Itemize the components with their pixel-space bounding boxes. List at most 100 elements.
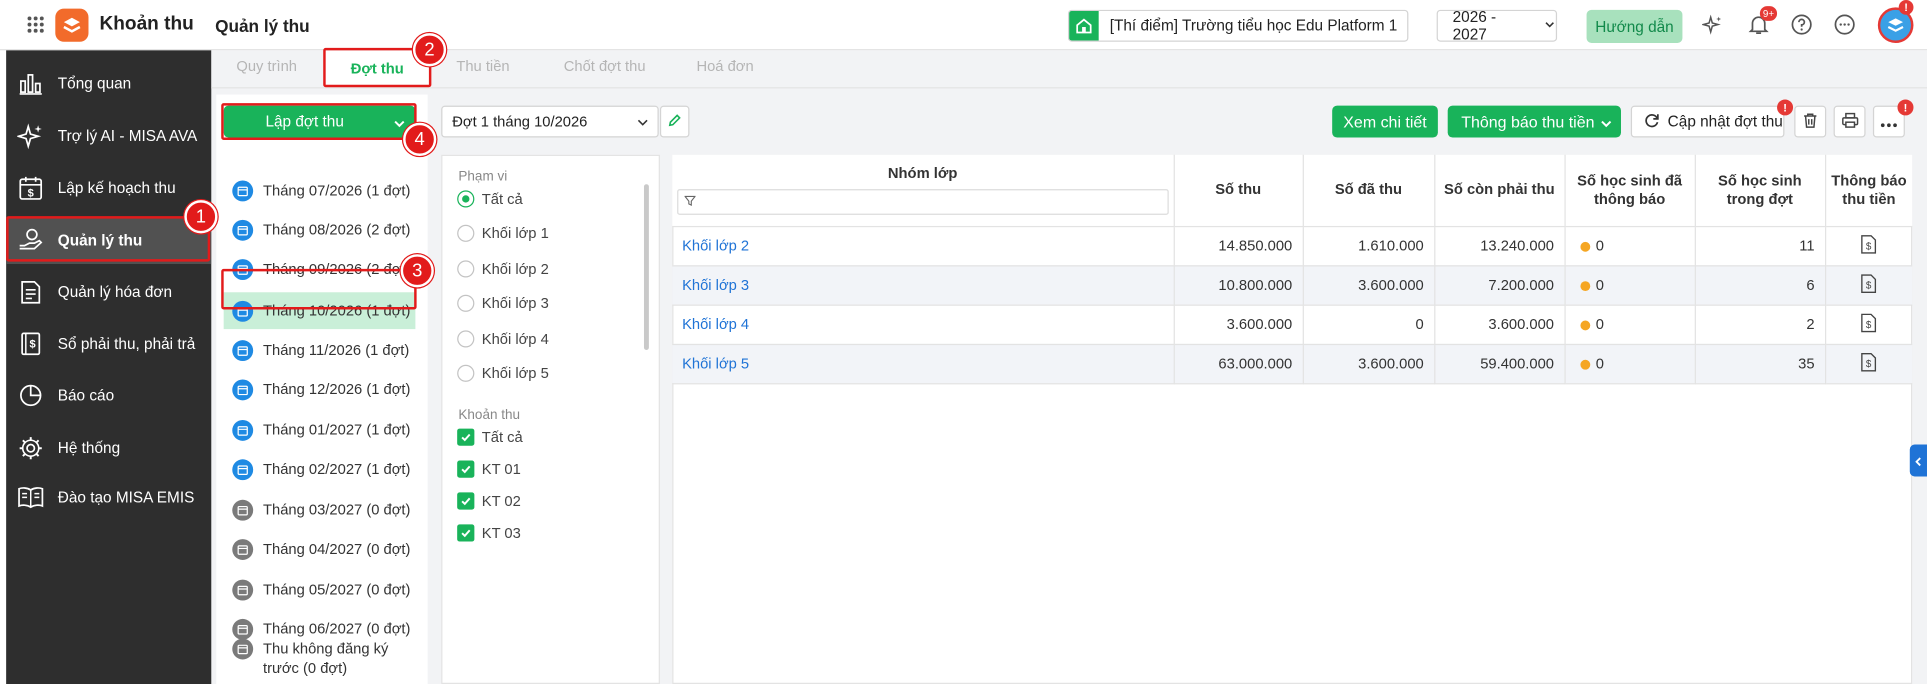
scope-label: Khối lớp 5 — [481, 364, 549, 382]
update-batch-button[interactable]: Cập nhật đợt thu — [1630, 105, 1785, 138]
document-dollar-icon[interactable]: $ — [1861, 273, 1877, 296]
fee-label: KT 03 — [481, 524, 521, 542]
chevron-down-icon[interactable] — [393, 115, 405, 133]
sidebar-item-reports[interactable]: Báo cáo — [6, 372, 211, 419]
month-item[interactable]: Tháng 12/2026 (1 đợt) — [224, 371, 416, 408]
filter-scrollbar[interactable] — [643, 184, 649, 350]
month-item[interactable]: Tháng 11/2026 (1 đợt) — [224, 332, 416, 369]
scope-option[interactable]: Khối lớp 2 — [457, 260, 549, 278]
tab-process[interactable]: Quy trình — [229, 58, 305, 80]
sidebar-item-ai-assistant[interactable]: Trợ lý AI - MISA AVA — [6, 113, 211, 160]
panel-toggle-button[interactable] — [1909, 444, 1927, 477]
radio-icon[interactable] — [457, 260, 475, 278]
batch-select[interactable]: Đợt 1 tháng 10/2026 — [441, 105, 659, 138]
month-item[interactable]: Tháng 10/2026 (1 đợt) — [223, 292, 416, 330]
group-link[interactable]: Khối lớp 3 — [672, 265, 1175, 306]
sidebar-item-overview[interactable]: Tổng quan — [6, 60, 211, 107]
book-icon — [17, 484, 44, 511]
table-row[interactable]: Khối lớp 5 63.000.000 3.600.000 59.400.000 0… — [672, 343, 1913, 384]
month-item[interactable]: Tháng 08/2026 (2 đợt) — [224, 211, 416, 248]
table-row[interactable]: Khối lớp 3 10.800.000 3.600.000 7.200.000 0 6… — [672, 265, 1913, 306]
month-label: Tháng 04/2027 (0 đợt) — [262, 540, 411, 558]
checkbox-checked-icon[interactable] — [457, 492, 475, 510]
scope-label: Khối lớp 1 — [481, 224, 549, 242]
print-button[interactable] — [1833, 105, 1866, 138]
scope-option[interactable]: Khối lớp 5 — [457, 364, 549, 382]
month-item[interactable]: Tháng 04/2027 (0 đợt) — [224, 531, 416, 568]
table-row[interactable]: Khối lớp 2 14.850.000 1.610.000 13.240.000 0… — [672, 225, 1913, 266]
view-detail-button[interactable]: Xem chi tiết — [1332, 105, 1438, 138]
document-dollar-icon[interactable]: $ — [1861, 313, 1877, 336]
scope-option[interactable]: Khối lớp 4 — [457, 330, 549, 348]
cell-remain: 7.200.000 — [1434, 265, 1566, 306]
scope-option[interactable]: Khối lớp 3 — [457, 294, 549, 312]
cell-notice: $ — [1824, 304, 1913, 345]
sidebar-item-system[interactable]: Hệ thống — [6, 425, 211, 472]
checkbox-checked-icon[interactable] — [457, 524, 475, 542]
help-icon[interactable] — [1791, 14, 1813, 36]
sidebar-item-ledger[interactable]: $ Sổ phải thu, phải trả — [6, 321, 211, 368]
cell-paid: 3.600.000 — [1302, 343, 1435, 384]
tab-invoices[interactable]: Hoá đơn — [686, 58, 765, 80]
fee-title: Khoản thu — [458, 407, 521, 423]
chevron-down-icon[interactable] — [1600, 115, 1612, 133]
scope-label: Khối lớp 2 — [481, 260, 549, 278]
sidebar-item-training[interactable]: Đào tạo MISA EMIS — [6, 474, 211, 521]
sidebar-item-label: Đào tạo MISA EMIS — [57, 488, 195, 506]
hand-coin-icon — [17, 227, 44, 254]
checkbox-checked-icon[interactable] — [457, 428, 475, 446]
sidebar-item-label: Hệ thống — [57, 439, 121, 457]
month-item[interactable]: Tháng 09/2026 (2 đợt) — [224, 251, 416, 288]
scope-option[interactable]: Khối lớp 1 — [457, 224, 549, 242]
delete-button[interactable] — [1794, 105, 1827, 138]
more-circle-icon[interactable] — [1834, 14, 1856, 36]
month-label: Tháng 01/2027 (1 đợt) — [262, 421, 411, 439]
calendar-icon — [232, 618, 254, 640]
checkbox-checked-icon[interactable] — [457, 460, 475, 478]
fee-option[interactable]: KT 03 — [457, 524, 521, 542]
document-dollar-icon[interactable]: $ — [1861, 352, 1877, 375]
month-item[interactable]: Thu không đăng ký trước (0 đợt) — [224, 638, 416, 681]
radio-icon[interactable] — [457, 294, 475, 312]
sidebar-item-plan[interactable]: $ Lập kế hoạch thu — [6, 165, 211, 212]
radio-icon[interactable] — [457, 330, 475, 348]
document-dollar-icon[interactable]: $ — [1861, 234, 1877, 257]
sidebar: Tổng quan Trợ lý AI - MISA AVA $ Lập kế … — [6, 50, 212, 684]
month-item[interactable]: Tháng 01/2027 (1 đợt) — [224, 411, 416, 448]
scope-option[interactable]: Tất cả — [457, 190, 523, 208]
group-link[interactable]: Khối lớp 4 — [672, 304, 1175, 345]
group-link[interactable]: Khối lớp 5 — [672, 343, 1175, 384]
group-filter-input[interactable] — [677, 189, 1169, 215]
sidebar-item-revenue-management[interactable]: Quản lý thu — [6, 217, 212, 265]
ai-sparkle-icon[interactable] — [1702, 14, 1723, 36]
month-label: Tháng 09/2026 (2 đợt) — [262, 260, 411, 278]
month-label: Tháng 08/2026 (2 đợt) — [262, 221, 411, 239]
month-item[interactable]: Tháng 02/2027 (1 đợt) — [224, 451, 416, 488]
tab-collect[interactable]: Thu tiền — [445, 58, 521, 80]
notify-payment-button[interactable]: Thông báo thu tiền — [1447, 105, 1621, 138]
school-selector[interactable]: [Thí điểm] Trường tiểu học Edu Platform … — [1067, 9, 1409, 42]
guide-button[interactable]: Hướng dẫn — [1586, 9, 1683, 43]
month-item[interactable]: Tháng 07/2026 (1 đợt) — [224, 172, 416, 209]
tab-batches[interactable]: Đợt thu — [324, 60, 430, 82]
sidebar-item-invoices[interactable]: Quản lý hóa đơn — [6, 269, 211, 316]
tab-close-batch[interactable]: Chốt đợt thu — [558, 58, 651, 80]
radio-checked-icon[interactable] — [457, 190, 475, 208]
group-link[interactable]: Khối lớp 2 — [672, 225, 1175, 266]
app-grid-icon[interactable] — [26, 15, 46, 35]
edit-batch-button[interactable] — [659, 105, 690, 138]
fee-option[interactable]: KT 02 — [457, 492, 521, 510]
radio-icon[interactable] — [457, 224, 475, 242]
radio-icon[interactable] — [457, 364, 475, 382]
table-row[interactable]: Khối lớp 4 3.600.000 0 3.600.000 0 2 $ — [672, 304, 1913, 345]
cell-notified: 0 — [1564, 225, 1696, 266]
svg-text:$: $ — [29, 339, 35, 351]
month-item[interactable]: Tháng 05/2027 (0 đợt) — [224, 571, 416, 608]
month-item[interactable]: Tháng 03/2027 (0 đợt) — [224, 491, 416, 528]
year-value: 2026 - 2027 — [1452, 8, 1497, 43]
create-batch-button[interactable]: Lập đợt thu — [223, 105, 416, 138]
fee-option[interactable]: KT 01 — [457, 460, 521, 478]
year-select[interactable]: 2026 - 2027 — [1436, 8, 1558, 43]
fee-option[interactable]: Tất cả — [457, 428, 523, 446]
scope-label: Tất cả — [481, 190, 523, 208]
